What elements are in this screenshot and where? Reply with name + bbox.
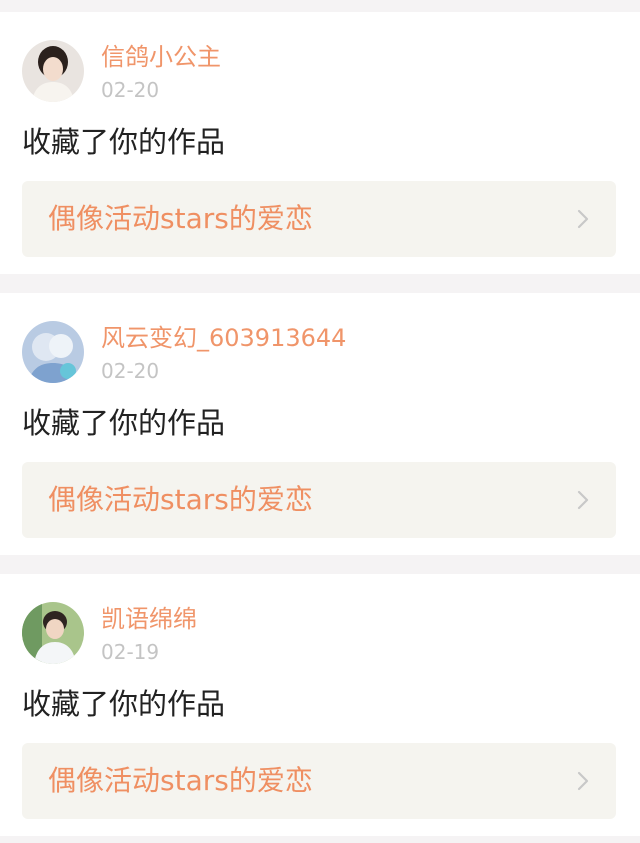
username[interactable]: 风云变幻_603913644 <box>101 323 346 353</box>
notification-action-text: 收藏了你的作品 <box>22 125 226 159</box>
username[interactable]: 凯语绵绵 <box>101 604 197 634</box>
work-link[interactable]: 偶像活动stars的爱恋 <box>22 743 616 819</box>
notification-card: 信鸽小公主 02-20 收藏了你的作品 偶像活动stars的爱恋 <box>0 12 640 274</box>
notification-card: 风云变幻_603913644 02-20 收藏了你的作品 偶像活动stars的爱… <box>0 293 640 555</box>
notification-action-text: 收藏了你的作品 <box>22 687 226 721</box>
work-link[interactable]: 偶像活动stars的爱恋 <box>22 462 616 538</box>
user-avatar-icon[interactable] <box>22 321 84 383</box>
notification-card: 凯语绵绵 02-19 收藏了你的作品 偶像活动stars的爱恋 <box>0 574 640 836</box>
user-avatar-icon[interactable] <box>22 40 84 102</box>
notification-date: 02-19 <box>101 640 160 664</box>
username[interactable]: 信鸽小公主 <box>101 42 221 72</box>
work-title: 偶像活动stars的爱恋 <box>48 202 313 235</box>
work-link[interactable]: 偶像活动stars的爱恋 <box>22 181 616 257</box>
chevron-right-icon <box>577 490 589 510</box>
chevron-right-icon <box>577 209 589 229</box>
user-avatar-icon[interactable] <box>22 602 84 664</box>
chevron-right-icon <box>577 771 589 791</box>
notification-action-text: 收藏了你的作品 <box>22 406 226 440</box>
work-title: 偶像活动stars的爱恋 <box>48 764 313 797</box>
notification-date: 02-20 <box>101 359 160 383</box>
notification-date: 02-20 <box>101 78 160 102</box>
work-title: 偶像活动stars的爱恋 <box>48 483 313 516</box>
